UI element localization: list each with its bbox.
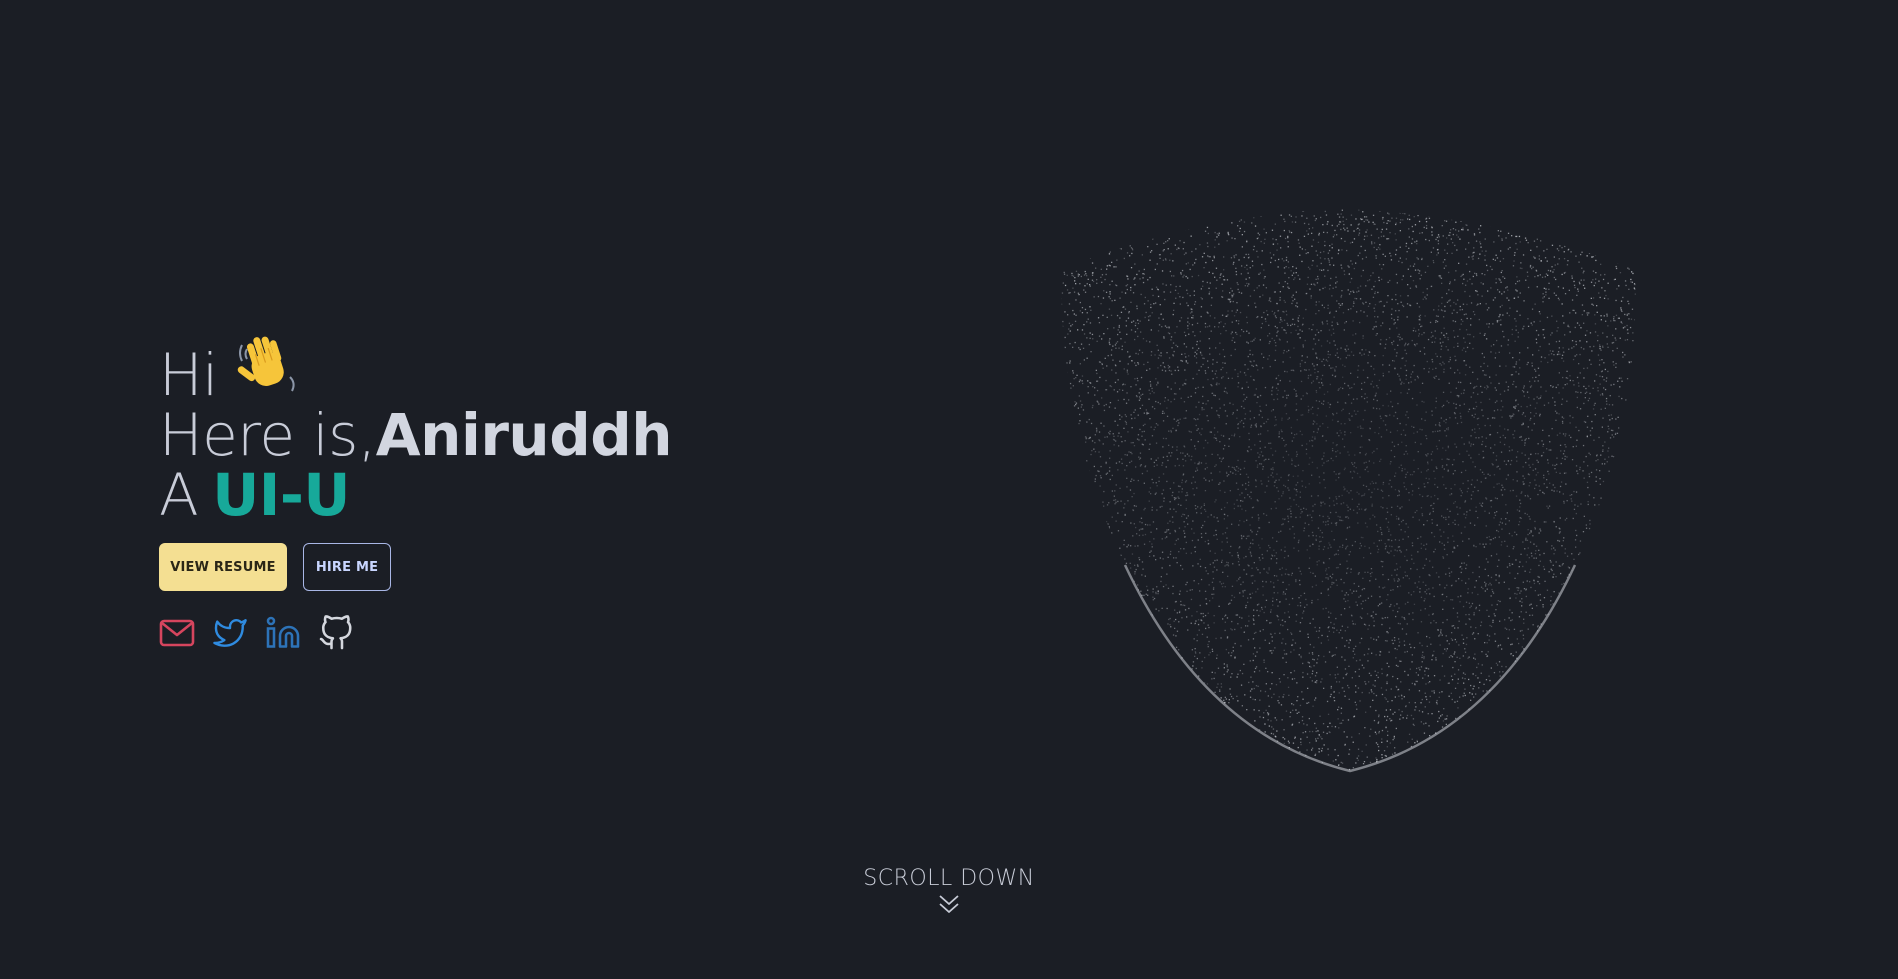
github-icon[interactable] — [318, 615, 354, 651]
cta-buttons: VIEW RESUME HIRE ME — [159, 543, 799, 591]
hire-me-button[interactable]: HIRE ME — [303, 543, 391, 591]
name-text: Aniruddh — [375, 401, 673, 469]
role-prefix: A — [159, 461, 199, 529]
intro-line: Here is, Aniruddh — [159, 405, 799, 465]
role-text: UI-U — [212, 461, 351, 529]
scroll-down-label: SCROLL DOWN — [863, 866, 1035, 891]
waving-hand-icon — [236, 333, 300, 395]
linkedin-icon[interactable] — [265, 615, 301, 651]
particle-canvas — [1060, 209, 1636, 773]
email-icon[interactable] — [159, 615, 195, 651]
greeting-text: Hi — [159, 341, 218, 409]
intro-text: Here is, — [159, 401, 376, 469]
double-chevron-down-icon — [939, 895, 959, 913]
scroll-down-indicator[interactable]: SCROLL DOWN — [0, 866, 1898, 915]
view-resume-button[interactable]: VIEW RESUME — [159, 543, 287, 591]
hero-section: Hi Here is, Aniruddh A UI-U VIEW RESUME … — [159, 333, 799, 651]
role-line: A UI-U — [159, 465, 799, 525]
particle-shield-visual — [1055, 205, 1640, 775]
landing-page: Hi Here is, Aniruddh A UI-U VIEW RESUME … — [0, 0, 1898, 979]
greeting-line: Hi — [159, 333, 799, 405]
social-links — [159, 615, 799, 651]
twitter-icon[interactable] — [212, 615, 248, 651]
